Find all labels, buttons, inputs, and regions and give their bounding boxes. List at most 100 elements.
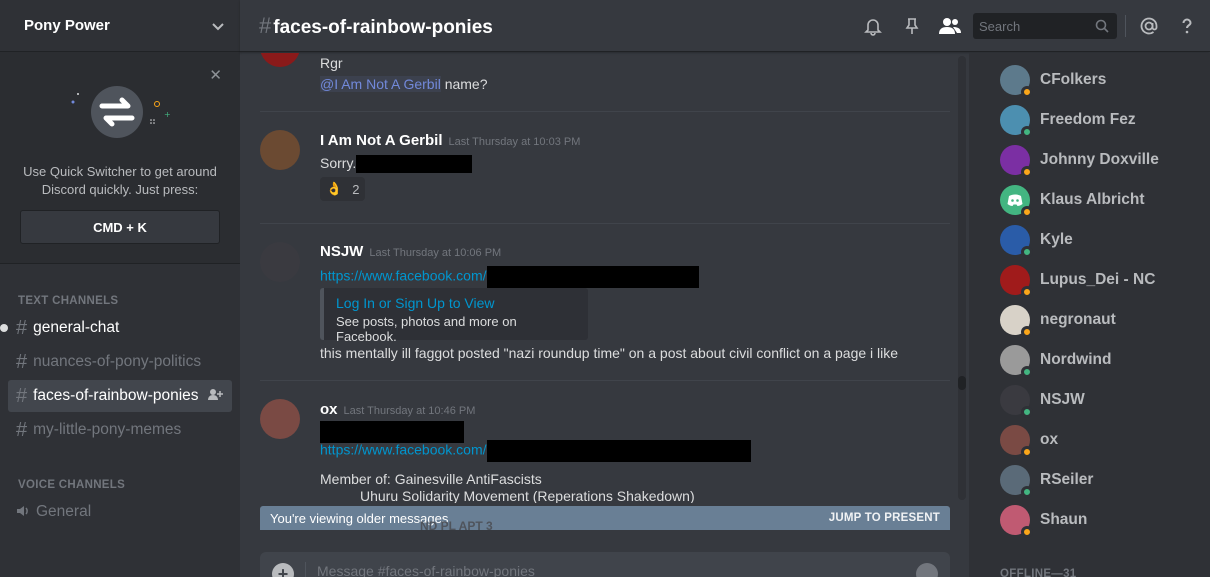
message-author[interactable]: NSJW Last Thursday at 10:06 PM (320, 243, 501, 260)
message-link[interactable]: https://www.facebook.com/ (320, 268, 487, 284)
upload-plus-icon[interactable]: + (272, 563, 294, 577)
member-item[interactable]: Shaun (1000, 500, 1200, 540)
redaction-bar (486, 440, 751, 462)
status-idle-icon (1021, 446, 1033, 458)
member-name: Kyle (1040, 231, 1073, 248)
channel-my-little-pony-memes[interactable]: # my-little-pony-memes (8, 414, 232, 446)
message-divider (260, 111, 950, 112)
chevron-down-icon[interactable] (212, 18, 224, 34)
channel-label: my-little-pony-memes (33, 421, 182, 438)
voice-channels-category[interactable]: VOICE CHANNELS (18, 479, 125, 491)
message-author[interactable]: I Am Not A Gerbil Last Thursday at 10:03 … (320, 132, 580, 149)
member-item[interactable]: Freedom Fez (1000, 100, 1200, 140)
message-timestamp: Last Thursday at 10:03 PM (448, 136, 581, 148)
member-item[interactable]: ox (1000, 420, 1200, 460)
member-item[interactable]: Klaus Albricht (1000, 180, 1200, 220)
pin-icon[interactable] (902, 16, 922, 36)
avatar (1000, 225, 1033, 258)
search-box[interactable] (973, 13, 1117, 39)
avatar (1000, 385, 1033, 418)
avatar (1000, 465, 1033, 498)
channel-label: General (36, 503, 92, 520)
author-name[interactable]: NSJW (320, 243, 363, 260)
search-input[interactable] (973, 13, 1083, 39)
member-item[interactable]: RSeiler (1000, 460, 1200, 500)
quick-switcher-text: Use Quick Switcher to get around Discord… (23, 164, 217, 197)
member-item[interactable]: Kyle (1000, 220, 1200, 260)
member-name: Lupus_Dei - NC (1040, 271, 1156, 288)
author-name[interactable]: ox (320, 401, 338, 418)
avatar[interactable] (260, 53, 300, 67)
reaction-count: 2 (352, 181, 360, 197)
avatar (1000, 185, 1033, 218)
server-name: Pony Power (24, 17, 110, 34)
message-input[interactable] (317, 563, 897, 577)
speaker-icon (16, 504, 30, 521)
avatar (1000, 505, 1033, 538)
user-mention[interactable]: @I Am Not A Gerbil (320, 76, 441, 92)
avatar (1000, 305, 1033, 338)
avatar[interactable] (260, 130, 300, 170)
jump-to-present-button[interactable]: JUMP TO PRESENT (829, 512, 940, 524)
channel-title: # faces-of-rainbow-ponies (259, 13, 493, 39)
help-icon[interactable] (1177, 16, 1197, 36)
member-item[interactable]: Nordwind (1000, 340, 1200, 380)
member-name: RSeiler (1040, 471, 1094, 488)
emoji-picker-icon[interactable] (916, 563, 938, 577)
member-list[interactable]: CFolkers Freedom Fez Johnny Doxville Kla… (969, 53, 1210, 577)
avatar[interactable] (260, 242, 300, 282)
bell-icon[interactable] (863, 16, 883, 36)
message-text-tail: name? (440, 76, 488, 92)
quick-switcher-shortcut-button[interactable]: CMD + K (20, 210, 220, 244)
members-icon[interactable] (938, 16, 962, 36)
status-idle-icon (1021, 166, 1033, 178)
author-name[interactable]: I Am Not A Gerbil (320, 132, 443, 149)
reaction-ok-hand[interactable]: 👌 2 (320, 177, 366, 201)
status-idle-icon (1021, 206, 1033, 218)
member-name: Freedom Fez (1040, 111, 1136, 128)
member-name: Johnny Doxville (1040, 151, 1159, 168)
add-member-icon[interactable] (208, 388, 224, 405)
message-link[interactable]: https://www.facebook.com/ (320, 442, 487, 458)
message-list[interactable]: Rgr @I Am Not A Gerbil name? I Am Not A … (240, 53, 958, 503)
avatar (1000, 265, 1033, 298)
message-author[interactable]: ox Last Thursday at 10:46 PM (320, 401, 475, 418)
message-text: Member of: Gainesville AntiFascists (320, 471, 542, 487)
avatar (1000, 105, 1033, 138)
scrollbar-thumb[interactable] (958, 376, 966, 390)
offline-category: OFFLINE—31 (1000, 568, 1077, 577)
channel-label: faces-of-rainbow-ponies (33, 387, 199, 404)
message-body: Sorry. (320, 155, 357, 171)
hash-icon: # (16, 316, 28, 339)
member-item[interactable]: Johnny Doxville (1000, 140, 1200, 180)
channel-label: nuances-of-pony-politics (33, 353, 202, 370)
server-header[interactable]: Pony Power (0, 0, 240, 52)
member-item[interactable]: NSJW (1000, 380, 1200, 420)
mentions-icon[interactable] (1139, 16, 1159, 36)
close-icon[interactable]: ✕ (209, 66, 222, 84)
member-item[interactable]: CFolkers (1000, 60, 1200, 100)
member-name: Klaus Albricht (1040, 191, 1145, 208)
member-name: negronaut (1040, 311, 1116, 328)
member-name: CFolkers (1040, 71, 1107, 88)
avatar[interactable] (260, 399, 300, 439)
embed-description: See posts, photos and more on Facebook. (336, 314, 517, 344)
message-scrollbar[interactable] (958, 56, 966, 500)
member-name: NSJW (1040, 391, 1085, 408)
channel-faces-of-rainbow-ponies[interactable]: # faces-of-rainbow-ponies (8, 380, 232, 412)
hash-icon: # (16, 418, 28, 441)
member-item[interactable]: Lupus_Dei - NC (1000, 260, 1200, 300)
message-divider (260, 380, 950, 381)
message-composer: + (260, 552, 950, 577)
embed-title[interactable]: Log In or Sign Up to View (336, 295, 576, 311)
text-channels-category[interactable]: TEXT CHANNELS (18, 295, 118, 307)
toolbar-divider (1125, 15, 1126, 37)
status-online-icon (1021, 486, 1033, 498)
channel-label: general-chat (33, 319, 120, 336)
older-messages-bar[interactable]: You're viewing older messages JUMP TO PR… (260, 506, 950, 530)
voice-channel-general[interactable]: General (8, 496, 232, 528)
channel-nuances-of-pony-politics[interactable]: # nuances-of-pony-politics (8, 346, 232, 378)
hash-icon: # (16, 384, 28, 407)
member-item[interactable]: negronaut (1000, 300, 1200, 340)
channel-general-chat[interactable]: # general-chat (0, 312, 232, 344)
